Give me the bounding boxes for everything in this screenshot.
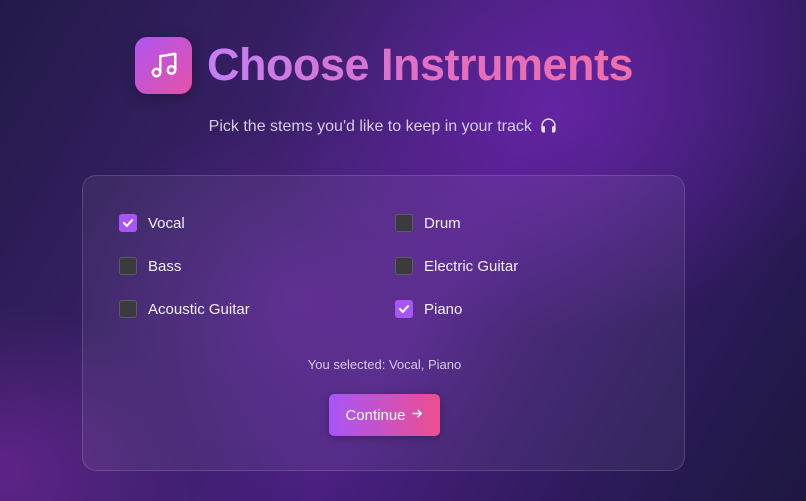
- headphones-icon: [540, 117, 557, 139]
- drum-label: Drum: [424, 214, 461, 232]
- checkmark-icon: [398, 305, 410, 313]
- option-piano[interactable]: Piano: [395, 300, 462, 318]
- instrument-panel: Vocal Drum Bass Electric Guitar Acoustic…: [82, 175, 685, 471]
- option-vocal[interactable]: Vocal: [119, 214, 185, 232]
- bass-checkbox[interactable]: [119, 257, 137, 275]
- subtitle-text: Pick the stems you'd like to keep in you…: [208, 118, 532, 135]
- acoustic-guitar-label: Acoustic Guitar: [148, 300, 250, 318]
- drum-checkbox[interactable]: [395, 214, 413, 232]
- page-title: Choose Instruments: [207, 35, 634, 95]
- option-drum[interactable]: Drum: [395, 214, 461, 232]
- vocal-label: Vocal: [148, 214, 185, 232]
- electric-guitar-label: Electric Guitar: [424, 257, 519, 275]
- music-note-icon: [135, 36, 192, 94]
- option-electric-guitar[interactable]: Electric Guitar: [395, 257, 518, 275]
- page-subtitle: Pick the stems you'd like to keep in you…: [0, 117, 766, 139]
- electric-guitar-checkbox[interactable]: [395, 257, 413, 275]
- header: Choose Instruments: [135, 35, 634, 95]
- piano-checkbox[interactable]: [395, 300, 413, 318]
- acoustic-guitar-checkbox[interactable]: [119, 300, 137, 318]
- option-acoustic-guitar[interactable]: Acoustic Guitar: [119, 300, 250, 318]
- bass-label: Bass: [148, 257, 182, 275]
- selection-summary: You selected: Vocal, Piano: [307, 357, 462, 372]
- continue-label: Continue: [345, 406, 406, 424]
- arrow-right-icon: [411, 407, 424, 424]
- piano-label: Piano: [424, 300, 463, 318]
- option-bass[interactable]: Bass: [119, 257, 181, 275]
- vocal-checkbox[interactable]: [119, 214, 137, 232]
- checkmark-icon: [122, 219, 134, 227]
- continue-button[interactable]: Continue: [329, 394, 440, 436]
